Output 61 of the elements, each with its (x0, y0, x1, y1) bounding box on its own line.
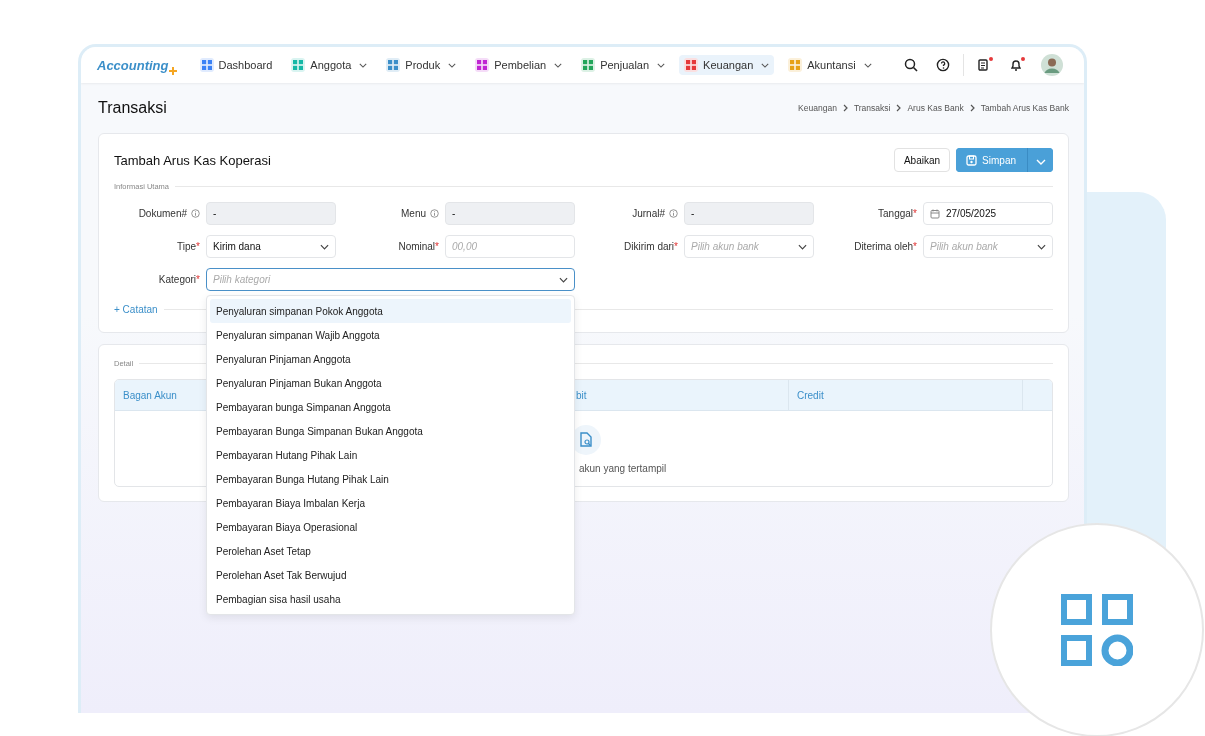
empty-state-text: akun yang tertampil (579, 463, 668, 474)
chevron-down-icon (559, 276, 568, 283)
nav-menu-item[interactable]: Pembelian (470, 55, 568, 75)
chevron-down-icon (1035, 158, 1046, 165)
date-field[interactable]: 27/05/2025 (923, 202, 1053, 225)
field-label: Kategori* (158, 274, 200, 285)
dropdown-option[interactable]: Penyaluran Pinjaman Anggota (210, 347, 571, 371)
chevron-right-icon (969, 104, 975, 112)
field-label: Diterima oleh* (854, 241, 917, 252)
avatar[interactable] (1041, 54, 1063, 76)
dropdown-option[interactable]: Pembayaran Biaya Imbalan Kerja (210, 491, 571, 515)
page-title: Transaksi (98, 99, 167, 117)
nav-menu-item[interactable]: Keuangan (679, 55, 775, 75)
dropdown-option[interactable]: Perolehan Aset Tak Berwujud (210, 563, 571, 587)
chevron-right-icon (896, 104, 902, 112)
bell-icon[interactable] (1009, 58, 1023, 72)
nav-menu-item[interactable]: Produk (381, 55, 462, 75)
chevron-down-icon (798, 243, 807, 250)
dropdown-option[interactable]: Penyaluran simpanan Wajib Anggota (210, 323, 571, 347)
dropdown-option[interactable]: Pembayaran Bunga Hutang Pihak Lain (210, 467, 571, 491)
chevron-down-icon (1037, 243, 1046, 250)
save-icon (966, 154, 978, 166)
app-grid-icon (1061, 594, 1133, 666)
field-label: Dikirim dari* (624, 241, 678, 252)
nav-menu-item[interactable]: Anggota (286, 55, 373, 75)
search-icon[interactable] (904, 58, 918, 72)
nav-menu-item[interactable]: Penjualan (576, 55, 671, 75)
column-header: Credit (789, 380, 1023, 410)
nav-menu-item[interactable]: Akuntansi (783, 55, 877, 75)
dropdown-option[interactable]: Pembayaran Hutang Pihak Lain (210, 443, 571, 467)
nav-menu-item[interactable]: Dashboard (194, 55, 278, 75)
readonly-field: - (684, 202, 814, 225)
logo-text[interactable]: Accounting (97, 57, 169, 73)
dropdown-option[interactable]: Pembayaran Biaya Operasional (210, 515, 571, 539)
cancel-button[interactable]: Abaikan (893, 148, 951, 172)
dropdown-option[interactable]: Penyaluran simpanan Pokok Anggota (210, 299, 571, 323)
add-note-link[interactable]: + Catatan (114, 303, 158, 315)
dropdown-option[interactable]: Pembayaran Bunga Simpanan Bukan Anggota (210, 419, 571, 443)
breadcrumb-link[interactable]: Transaksi (853, 103, 891, 113)
breadcrumb-link[interactable]: Keuangan (798, 103, 837, 113)
field-label: Menu (401, 208, 426, 219)
readonly-field: - (445, 202, 575, 225)
chevron-right-icon (842, 104, 848, 112)
plus-icon (168, 66, 177, 75)
help-icon[interactable] (936, 58, 950, 72)
dropdown-option[interactable]: Pembagian sisa hasil usaha (210, 587, 571, 611)
field-label: Tipe* (177, 241, 200, 252)
input-field[interactable]: 00,00 (445, 235, 575, 258)
breadcrumb-link[interactable]: Arus Kas Bank (907, 103, 964, 113)
calendar-icon (930, 208, 940, 219)
field-label: Jurnal# (632, 208, 665, 219)
field-label: Tanggal* (878, 208, 917, 219)
chevron-down-icon (320, 243, 329, 250)
form-title: Tambah Arus Kas Koperasi (114, 152, 271, 168)
field-label: Dokumen# (138, 208, 187, 219)
select-field[interactable]: Kirim dana (206, 235, 336, 258)
readonly-field: - (206, 202, 336, 225)
document-icon[interactable] (977, 58, 991, 72)
field-label: Nominal* (398, 241, 439, 252)
dropdown-option[interactable]: Perolehan Aset Tetap (210, 539, 571, 563)
breadcrumb-link[interactable]: Tambah Arus Kas Bank (980, 103, 1069, 113)
